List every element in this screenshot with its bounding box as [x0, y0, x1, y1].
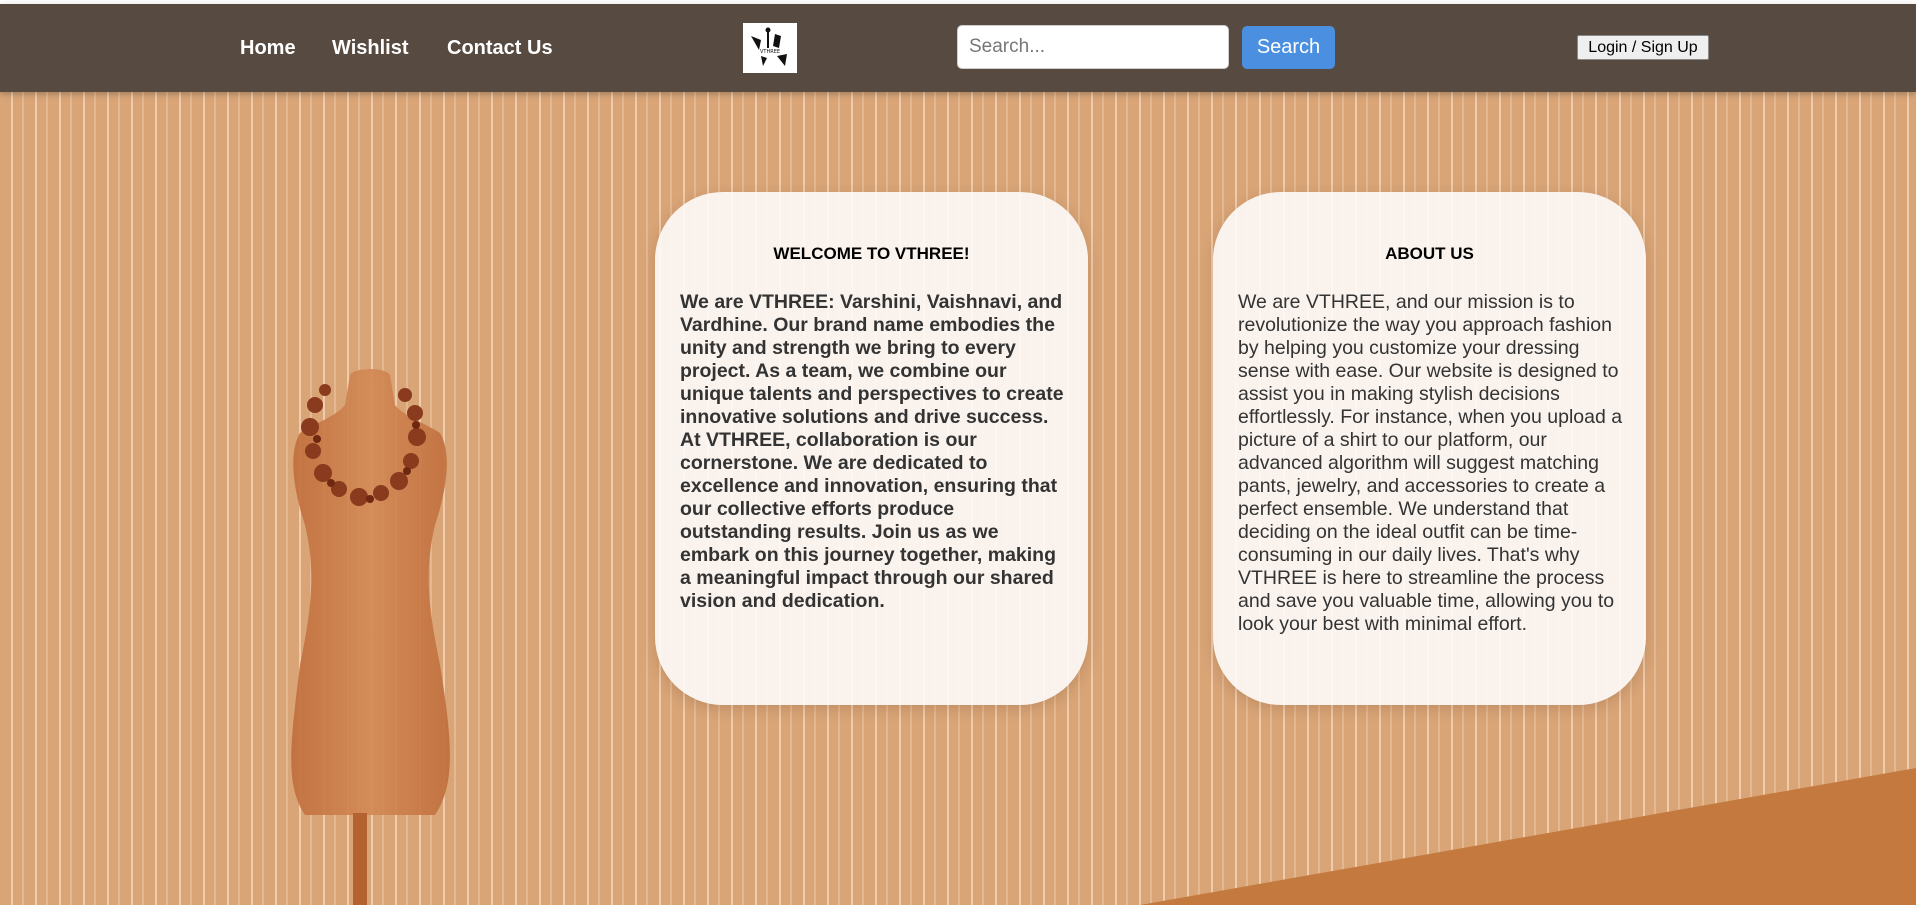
search-input[interactable]: [957, 25, 1229, 69]
nav-home-link[interactable]: Home: [240, 37, 296, 60]
brand-logo-mark: VTHREE: [751, 27, 787, 66]
welcome-title: WELCOME TO VTHREE!: [773, 244, 970, 263]
about-card: ABOUT US We are VTHREE, and our mission …: [1213, 192, 1646, 705]
mannequin-image: [291, 369, 450, 905]
nav-contact-us-link[interactable]: Contact Us: [447, 37, 553, 60]
nav-wishlist-link[interactable]: Wishlist: [332, 37, 409, 60]
brand-logo[interactable]: VTHREE: [743, 23, 797, 73]
search-button[interactable]: Search: [1242, 26, 1335, 69]
about-text: We are VTHREE, and our mission is to rev…: [1238, 291, 1623, 635]
welcome-card: WELCOME TO VTHREE! We are VTHREE: Varshi…: [655, 192, 1088, 705]
login-signup-button[interactable]: Login / Sign Up: [1577, 35, 1709, 60]
brand-logo-text: VTHREE: [760, 49, 780, 55]
about-title: ABOUT US: [1385, 244, 1474, 263]
welcome-text: We are VTHREE: Varshini, Vaishnavi, and …: [680, 291, 1064, 612]
navbar: Home Wishlist Contact Us VTHREE Search L…: [0, 4, 1916, 92]
